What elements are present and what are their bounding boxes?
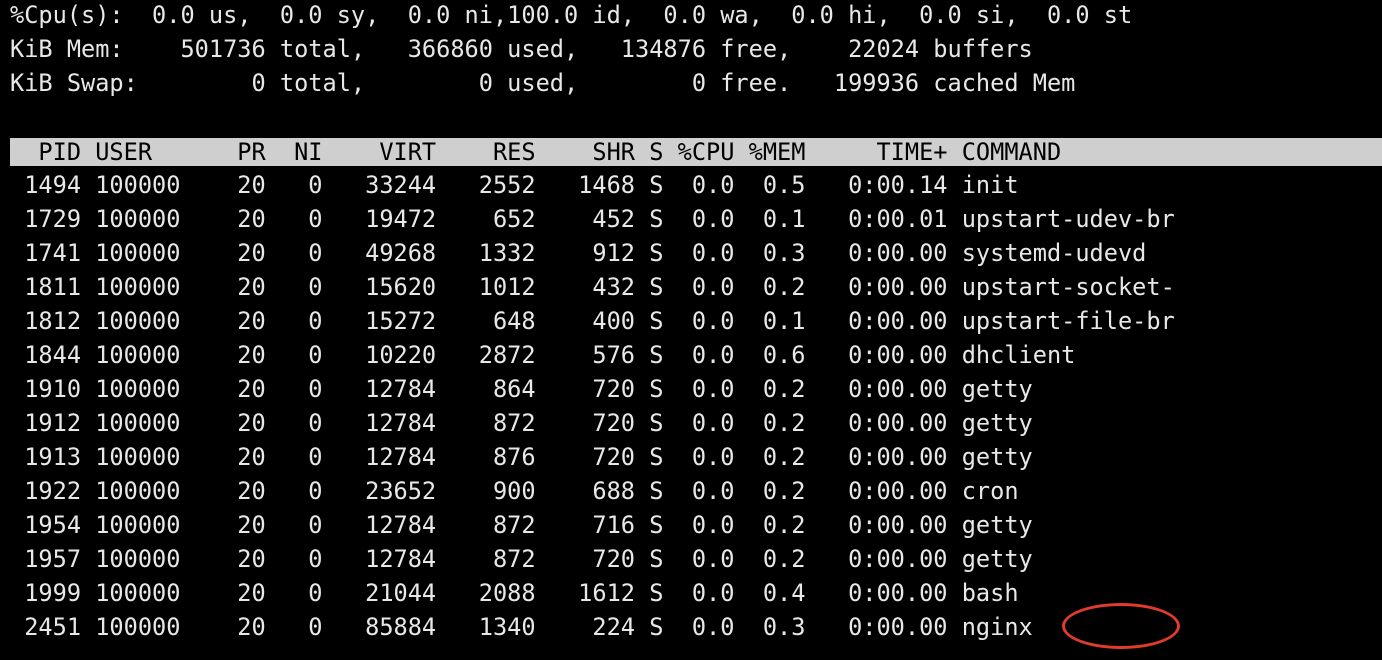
table-row: 1812 100000 20 0 15272 648 400 S 0.0 0.1…: [10, 307, 1175, 335]
table-row-nginx: 2451 100000 20 0 85884 1340 224 S 0.0 0.…: [10, 613, 1033, 641]
table-row: 1741 100000 20 0 49268 1332 912 S 0.0 0.…: [10, 239, 1147, 267]
nginx-highlight-circle: [1062, 603, 1180, 649]
table-row: 1494 100000 20 0 33244 2552 1468 S 0.0 0…: [10, 171, 1019, 199]
table-row: 1957 100000 20 0 12784 872 720 S 0.0 0.2…: [10, 545, 1033, 573]
table-row: 1913 100000 20 0 12784 876 720 S 0.0 0.2…: [10, 443, 1033, 471]
table-row: 1811 100000 20 0 15620 1012 432 S 0.0 0.…: [10, 273, 1175, 301]
mem-summary-line: KiB Mem: 501736 total, 366860 used, 1348…: [10, 35, 1033, 63]
table-row: 1922 100000 20 0 23652 900 688 S 0.0 0.2…: [10, 477, 1019, 505]
table-row: 1910 100000 20 0 12784 864 720 S 0.0 0.2…: [10, 375, 1033, 403]
table-row: 1729 100000 20 0 19472 652 452 S 0.0 0.1…: [10, 205, 1175, 233]
table-row: 1999 100000 20 0 21044 2088 1612 S 0.0 0…: [10, 579, 1019, 607]
cpu-summary-line: %Cpu(s): 0.0 us, 0.0 sy, 0.0 ni,100.0 id…: [10, 1, 1133, 29]
table-row: 1954 100000 20 0 12784 872 716 S 0.0 0.2…: [10, 511, 1033, 539]
table-row: 1912 100000 20 0 12784 872 720 S 0.0 0.2…: [10, 409, 1033, 437]
table-header: PID USER PR NI VIRT RES SHR S %CPU %MEM …: [10, 138, 1062, 166]
swap-summary-line: KiB Swap: 0 total, 0 used, 0 free. 19993…: [10, 69, 1076, 97]
table-row: 1844 100000 20 0 10220 2872 576 S 0.0 0.…: [10, 341, 1076, 369]
